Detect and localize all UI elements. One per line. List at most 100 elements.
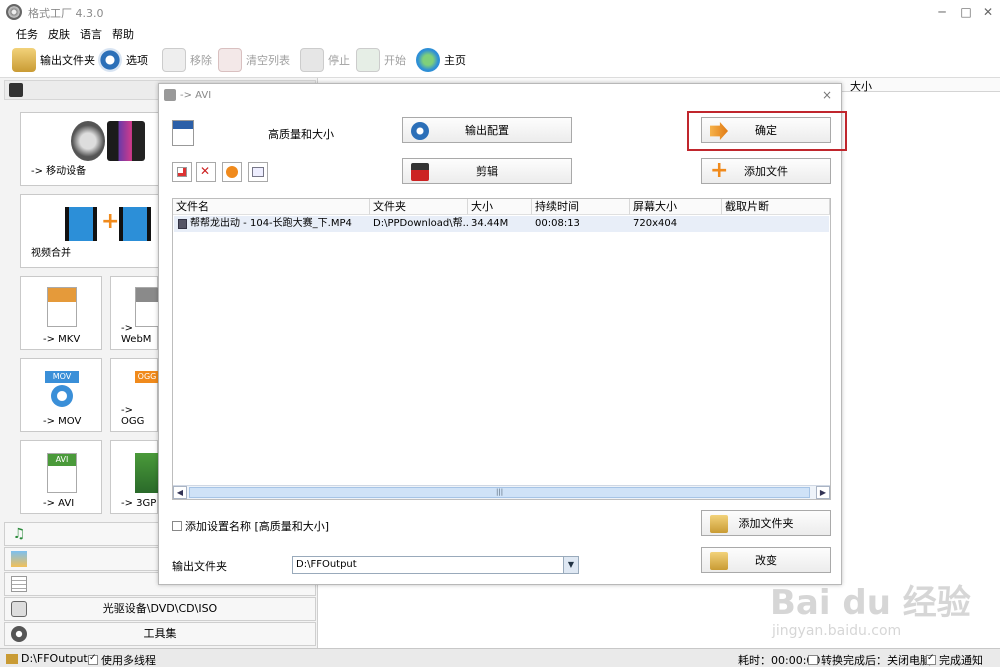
add-folder-label: 添加文件夹 (738, 517, 794, 530)
stop-label: 停止 (328, 54, 350, 67)
close-window-button[interactable]: ✕ (978, 2, 998, 22)
cell-filename: 帮帮龙出动 - 104-长跑大赛_下.MP4 (190, 218, 352, 229)
output-config-button[interactable]: 输出配置 (402, 117, 572, 143)
tile-mkv[interactable]: -> MKV (20, 276, 102, 350)
menu-task[interactable]: 任务 (16, 26, 38, 42)
status-folder-text: D:\FFOutput (21, 652, 88, 665)
scrollbar-thumb[interactable]: ||| (189, 487, 810, 498)
add-setting-name-checkbox[interactable] (172, 521, 182, 531)
webm-file-icon (135, 287, 159, 327)
tile-mov[interactable]: MOV -> MOV (20, 358, 102, 432)
col-duration[interactable]: 持续时间 (532, 199, 630, 215)
home-label: 主页 (444, 54, 466, 67)
remove-file-icon (177, 167, 187, 177)
file-list-table[interactable]: 文件名 文件夹 大小 持续时间 屏幕大小 截取片断 帮帮龙出动 - 104-长跑… (172, 198, 831, 500)
clear-list-button[interactable]: 清空列表 (218, 46, 290, 74)
tile-avi[interactable]: AVI -> AVI (20, 440, 102, 514)
after-convert-option[interactable]: 转换完成后：关闭电脑 (808, 652, 931, 667)
tile-video-merge[interactable]: + 视频合并 (20, 194, 160, 268)
add-file-button[interactable]: + 添加文件 (701, 158, 831, 184)
maximize-button[interactable]: □ (956, 2, 976, 22)
clear-icon (218, 48, 242, 72)
add-folder-button[interactable]: 添加文件夹 (701, 510, 831, 536)
menu-help[interactable]: 帮助 (112, 26, 134, 42)
status-output-folder[interactable]: D:\FFOutput (6, 652, 88, 665)
remove-file-button[interactable] (172, 162, 192, 182)
profile-label: 高质量和大小 (268, 128, 334, 141)
app-logo-icon (6, 4, 22, 20)
toolbar: 输出文件夹 选项 移除 清空列表 停止 开始 主页 (0, 42, 1000, 78)
cell-duration: 00:08:13 (535, 218, 580, 229)
start-icon (356, 48, 380, 72)
col-screen-size[interactable]: 屏幕大小 (630, 199, 722, 215)
output-folder-label: 输出文件夹 (40, 54, 95, 67)
output-folder-select[interactable]: D:\FFOutput ▼ (292, 556, 579, 574)
output-folder-label: 输出文件夹 (172, 560, 227, 573)
tile-mobile-device[interactable]: -> 移动设备 (20, 112, 160, 186)
multithread-checkbox[interactable]: ✓ (88, 653, 98, 665)
film-reel-icon (71, 121, 105, 161)
scroll-left-icon[interactable]: ◀ (173, 486, 187, 499)
after-convert-checkbox[interactable] (808, 655, 818, 665)
filmstrip-icon (65, 207, 97, 241)
dialog-icon (164, 89, 176, 101)
notify-option[interactable]: ✓ 完成通知 (926, 652, 983, 667)
scroll-right-icon[interactable]: ▶ (816, 486, 830, 499)
picture-icon (11, 551, 27, 567)
options-button[interactable]: 选项 (98, 46, 148, 74)
start-button[interactable]: 开始 (356, 46, 406, 74)
ogg-badge-icon: OGG (135, 371, 159, 383)
plus-icon: + (101, 209, 120, 234)
multithread-option[interactable]: ✓ 使用多线程 (88, 652, 156, 667)
menu-language[interactable]: 语言 (80, 26, 102, 42)
col-folder[interactable]: 文件夹 (370, 199, 468, 215)
info-card-icon (252, 167, 264, 177)
remove-label: 移除 (190, 54, 212, 67)
minimize-button[interactable]: ─ (932, 2, 952, 22)
add-setting-name-option[interactable]: 添加设置名称 [高质量和大小] (172, 518, 329, 534)
globe-icon (416, 48, 440, 72)
options-label: 选项 (126, 54, 148, 67)
delete-x-icon: ✕ (200, 164, 211, 178)
output-folder-button[interactable]: 输出文件夹 (12, 46, 95, 74)
cell-clip (722, 216, 830, 232)
quicktime-icon (51, 385, 73, 407)
delete-file-button[interactable]: ✕ (196, 162, 216, 182)
status-folder-icon (6, 653, 18, 664)
stop-button[interactable]: 停止 (300, 46, 350, 74)
notify-label: 完成通知 (939, 654, 983, 667)
col-clip[interactable]: 截取片断 (722, 199, 830, 215)
output-config-label: 输出配置 (465, 124, 509, 137)
menu-skin[interactable]: 皮肤 (48, 26, 70, 42)
remove-icon (162, 48, 186, 72)
play-button[interactable] (222, 162, 242, 182)
horizontal-scrollbar[interactable]: ◀ ||| ▶ (173, 485, 830, 499)
remove-button[interactable]: 移除 (162, 46, 212, 74)
category-tools[interactable]: 工具集 (4, 622, 316, 646)
tile-3gp-label: -> 3GP (121, 498, 157, 509)
category-disc-label: 光驱设备\DVD\CD\ISO (102, 602, 218, 615)
col-filename[interactable]: 文件名 (173, 199, 370, 215)
info-button[interactable] (248, 162, 268, 182)
dropdown-arrow-icon[interactable]: ▼ (563, 557, 578, 573)
disc-drive-icon (11, 601, 27, 617)
col-size[interactable]: 大小 (468, 199, 532, 215)
tile-3gp[interactable]: -> 3GP (110, 440, 159, 514)
scissors-film-icon (411, 163, 429, 181)
avi-badge: AVI (55, 455, 69, 464)
category-disc[interactable]: 光驱设备\DVD\CD\ISO (4, 597, 316, 621)
change-button[interactable]: 改变 (701, 547, 831, 573)
3gp-file-icon (135, 453, 159, 493)
edit-clip-button[interactable]: 剪辑 (402, 158, 572, 184)
task-column-size: 大小 (850, 80, 872, 93)
tile-webm[interactable]: -> WebM (110, 276, 159, 350)
settings-gear-icon (411, 122, 429, 140)
cell-folder: D:\PPDownload\帮... (373, 218, 468, 229)
home-button[interactable]: 主页 (416, 46, 466, 74)
notify-checkbox[interactable]: ✓ (926, 653, 936, 665)
stop-icon (300, 48, 324, 72)
edit-clip-label: 剪辑 (476, 165, 498, 178)
tile-ogg[interactable]: OGG -> OGG (110, 358, 159, 432)
add-plus-icon: + (710, 158, 729, 183)
dialog-close-button[interactable]: × (822, 88, 832, 102)
